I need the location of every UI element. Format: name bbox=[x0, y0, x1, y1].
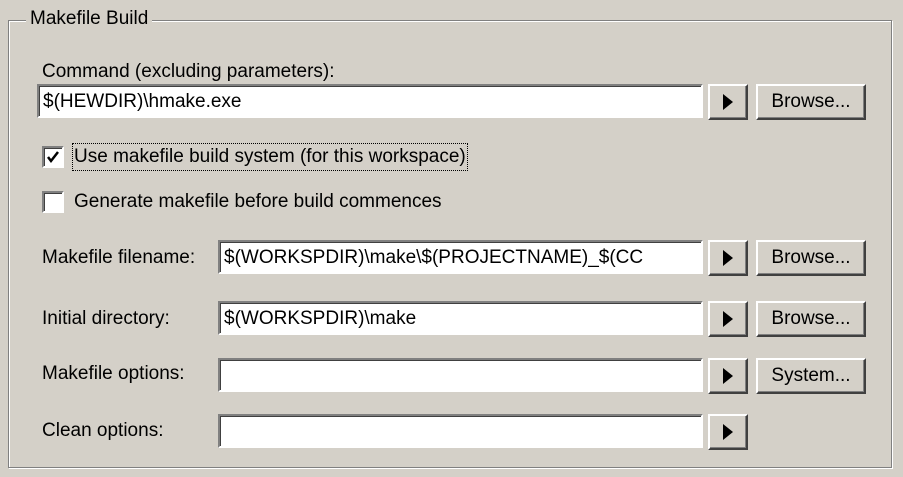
initial-directory-field[interactable]: $(WORKSPDIR)\make bbox=[218, 301, 703, 335]
makefile-filename-insert-arrow-button[interactable] bbox=[708, 240, 748, 276]
right-triangle-icon bbox=[723, 250, 733, 266]
command-insert-arrow-button[interactable] bbox=[708, 84, 748, 120]
right-triangle-icon bbox=[723, 424, 733, 440]
makefile-options-system-label: System... bbox=[771, 365, 851, 386]
command-browse-label: Browse... bbox=[771, 91, 851, 112]
checkmark-icon bbox=[47, 151, 59, 164]
generate-makefile-checkbox[interactable] bbox=[42, 191, 64, 213]
makefile-filename-field[interactable]: $(WORKSPDIR)\make\$(PROJECTNAME)_$(CC bbox=[218, 240, 703, 274]
clean-options-field[interactable] bbox=[218, 414, 703, 448]
makefile-filename-browse-label: Browse... bbox=[771, 247, 851, 268]
command-browse-button[interactable]: Browse... bbox=[756, 84, 866, 120]
initial-directory-insert-arrow-button[interactable] bbox=[708, 301, 748, 337]
use-makefile-label[interactable]: Use makefile build system (for this work… bbox=[72, 143, 468, 171]
command-field[interactable]: $(HEWDIR)\hmake.exe bbox=[37, 84, 703, 118]
makefile-options-insert-arrow-button[interactable] bbox=[708, 358, 748, 394]
clean-options-label: Clean options: bbox=[42, 420, 164, 441]
clean-options-insert-arrow-button[interactable] bbox=[708, 414, 748, 450]
initial-directory-browse-button[interactable]: Browse... bbox=[756, 301, 866, 337]
right-triangle-icon bbox=[723, 311, 733, 327]
generate-makefile-label[interactable]: Generate makefile before build commences bbox=[74, 190, 442, 214]
makefile-options-field[interactable] bbox=[218, 358, 703, 392]
initial-directory-browse-label: Browse... bbox=[771, 308, 851, 329]
makefile-filename-browse-button[interactable]: Browse... bbox=[756, 240, 866, 276]
makefile-filename-label: Makefile filename: bbox=[42, 247, 196, 268]
group-title: Makefile Build bbox=[26, 7, 153, 31]
makefile-options-label: Makefile options: bbox=[42, 363, 185, 384]
right-triangle-icon bbox=[723, 368, 733, 384]
makefile-options-system-button[interactable]: System... bbox=[756, 358, 866, 394]
right-triangle-icon bbox=[723, 94, 733, 110]
initial-directory-label: Initial directory: bbox=[42, 308, 170, 329]
command-label: Command (excluding parameters): bbox=[42, 61, 335, 82]
use-makefile-checkbox[interactable] bbox=[42, 146, 64, 168]
